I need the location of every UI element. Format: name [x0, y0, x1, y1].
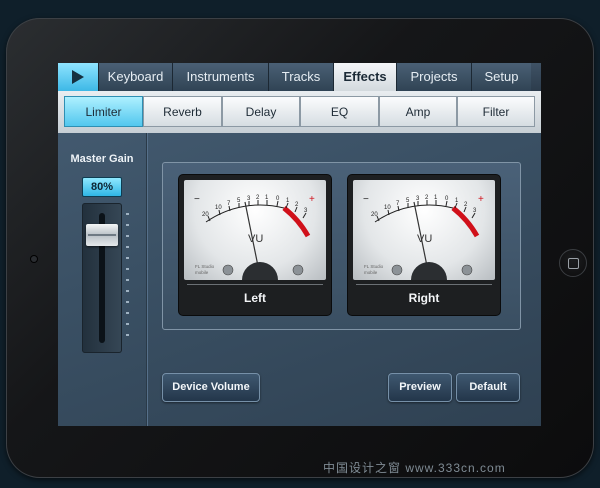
scale-label: 5 [406, 198, 410, 204]
scale-label: 3 [247, 196, 251, 202]
scale-label: 3 [304, 208, 308, 214]
effect-tab-limiter[interactable]: Limiter [64, 96, 143, 127]
effect-tab-reverb[interactable]: Reverb [143, 96, 222, 127]
vu-meter-left: 20 10 7 5 3 2 1 0 1 2 3 − + VU FL Studio… [179, 175, 331, 315]
brand-label: mobile [195, 270, 209, 275]
scale-label: 3 [416, 196, 420, 202]
master-gain-fader[interactable] [82, 203, 122, 353]
scale-label: 20 [202, 212, 209, 218]
effect-tab-filter[interactable]: Filter [457, 96, 535, 127]
brand-label: mobile [364, 270, 378, 275]
vu-meter-right: 20 10 7 5 3 2 1 0 1 2 3 − + VU FL Studio… [348, 175, 500, 315]
effect-tab-delay[interactable]: Delay [222, 96, 300, 127]
scale-label: 1 [455, 198, 459, 204]
scale-label: 10 [215, 205, 222, 211]
vu-meter-dial: 20 10 7 5 3 2 1 0 1 2 3 − + VU FL Studio… [363, 194, 484, 280]
effect-tab-amp[interactable]: Amp [379, 96, 457, 127]
effect-tab-eq[interactable]: EQ [300, 96, 379, 127]
master-gain-value: 80% [82, 177, 122, 197]
tab-keyboard[interactable]: Keyboard [99, 63, 173, 91]
scale-label: 3 [473, 208, 477, 214]
vu-meter-dial: 20 10 7 5 3 2 1 0 1 2 3 − + VU FL Studio… [194, 194, 315, 280]
play-button[interactable] [58, 63, 99, 91]
fader-ticks [126, 213, 129, 343]
tab-instruments[interactable]: Instruments [173, 63, 269, 91]
scale-label: 0 [445, 196, 449, 202]
main-tab-bar: Keyboard Instruments Tracks Effects Proj… [58, 63, 541, 91]
scale-label: 20 [371, 212, 378, 218]
scale-label: 7 [227, 201, 231, 207]
camera-icon [31, 256, 37, 262]
scale-label: 1 [265, 195, 269, 201]
scale-label: 2 [295, 202, 299, 208]
needle-hub [242, 262, 278, 280]
vu-meter-face: 20 10 7 5 3 2 1 0 1 2 3 − + VU FL Studio… [184, 180, 326, 280]
needle-hub [411, 262, 447, 280]
scale-label: 10 [384, 205, 391, 211]
screw-icon [391, 264, 403, 276]
home-icon [567, 257, 579, 269]
scale-label: 2 [425, 195, 429, 201]
preview-button[interactable]: Preview [388, 373, 452, 402]
scale-label: 2 [256, 195, 260, 201]
brand-label: FL Studio [364, 264, 384, 269]
minus-sign: − [363, 194, 369, 205]
screw-icon [461, 264, 473, 276]
screw-icon [292, 264, 304, 276]
screw-icon [222, 264, 234, 276]
tab-tracks[interactable]: Tracks [269, 63, 334, 91]
minus-sign: − [194, 194, 200, 205]
default-button[interactable]: Default [456, 373, 520, 402]
watermark: 中国设计之窗 www.333cn.com [323, 461, 506, 475]
scale-label: 0 [276, 196, 280, 202]
vu-label: VU [417, 233, 432, 245]
scale-label: 5 [237, 198, 241, 204]
plus-sign: + [309, 194, 315, 205]
plus-sign: + [478, 194, 484, 205]
vu-label: VU [248, 233, 263, 245]
vu-meter-left-label: Left [244, 291, 266, 305]
device-volume-button[interactable]: Device Volume [162, 373, 260, 402]
scale-label: 7 [396, 201, 400, 207]
play-icon [72, 70, 84, 84]
meter-divider [356, 284, 492, 285]
tab-effects[interactable]: Effects [334, 63, 397, 91]
scale-label: 1 [286, 198, 290, 204]
vu-meter-right-label: Right [408, 291, 440, 305]
tab-projects[interactable]: Projects [397, 63, 472, 91]
tab-setup[interactable]: Setup [472, 63, 531, 91]
brand-label: FL Studio [195, 264, 215, 269]
vu-meter-face: 20 10 7 5 3 2 1 0 1 2 3 − + VU FL Studio… [353, 180, 495, 280]
app-screen: Keyboard Instruments Tracks Effects Proj… [58, 63, 541, 426]
home-button[interactable] [559, 249, 587, 277]
vu-meters-panel: 20 10 7 5 3 2 1 0 1 2 3 − + VU FL Studio… [162, 162, 521, 330]
meter-divider [187, 284, 323, 285]
effects-tab-bar: Limiter Reverb Delay EQ Amp Filter [58, 91, 541, 133]
scale-label: 1 [434, 195, 438, 201]
master-gain-panel: Master Gain 80% [58, 133, 147, 426]
scale-label: 2 [464, 202, 468, 208]
fader-knob[interactable] [86, 223, 118, 246]
master-gain-label: Master Gain [70, 153, 134, 165]
